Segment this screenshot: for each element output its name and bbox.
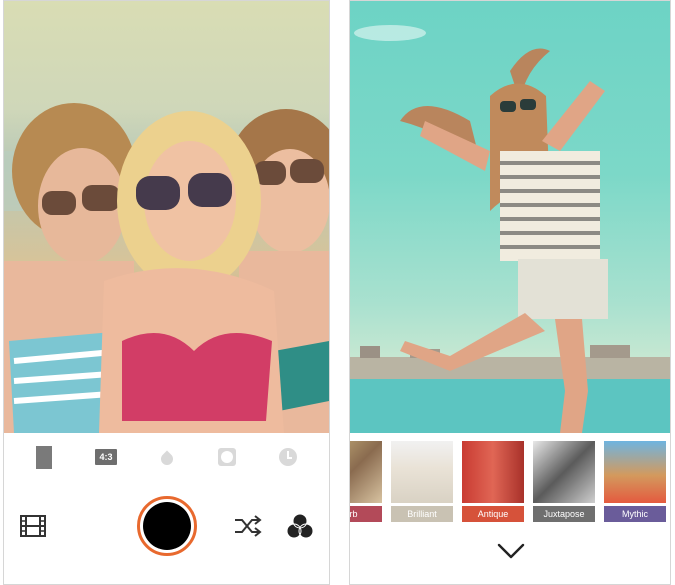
filter-label: erb <box>350 506 382 522</box>
filter-item[interactable]: Antique <box>462 441 524 523</box>
camera-bottom-bar <box>4 481 329 584</box>
filter-item[interactable]: Juxtapose <box>533 441 595 523</box>
vignette-icon[interactable] <box>215 445 239 469</box>
camera-toolbar: 4:3 <box>4 433 329 481</box>
filter-thumbnail <box>604 441 666 503</box>
camera-viewfinder-photo <box>4 1 329 433</box>
filter-thumbnail <box>462 441 524 503</box>
filter-label: Mythic <box>604 506 666 522</box>
filter-thumbnail <box>350 441 382 503</box>
aspect-ratio-label: 4:3 <box>95 449 117 465</box>
filter-label: Juxtapose <box>533 506 595 522</box>
filter-item[interactable]: Brilliant <box>391 441 453 523</box>
filter-thumbnail <box>391 441 453 503</box>
chevron-down-icon[interactable] <box>497 541 525 561</box>
filter-screen: erb Brilliant Antique Juxtapose Mythic <box>349 0 671 585</box>
timer-icon[interactable] <box>276 445 300 469</box>
filters-icon[interactable] <box>286 513 314 539</box>
film-strip-icon[interactable] <box>20 515 46 537</box>
shutter-button[interactable] <box>137 496 197 556</box>
filter-label: Antique <box>462 506 524 522</box>
filter-item[interactable]: Mythic <box>604 441 666 523</box>
filter-strip: erb Brilliant Antique Juxtapose Mythic <box>350 441 670 525</box>
shutter-button-center <box>143 502 191 550</box>
camera-screen: 4:3 <box>3 0 330 585</box>
edited-photo <box>350 1 670 433</box>
filter-item[interactable]: erb <box>350 441 382 523</box>
portrait-frame-icon[interactable] <box>32 445 56 469</box>
blur-drop-icon[interactable] <box>155 445 179 469</box>
shuffle-icon[interactable] <box>233 514 263 538</box>
aspect-ratio-icon[interactable]: 4:3 <box>94 445 118 469</box>
filter-thumbnail <box>533 441 595 503</box>
filter-label: Brilliant <box>391 506 453 522</box>
